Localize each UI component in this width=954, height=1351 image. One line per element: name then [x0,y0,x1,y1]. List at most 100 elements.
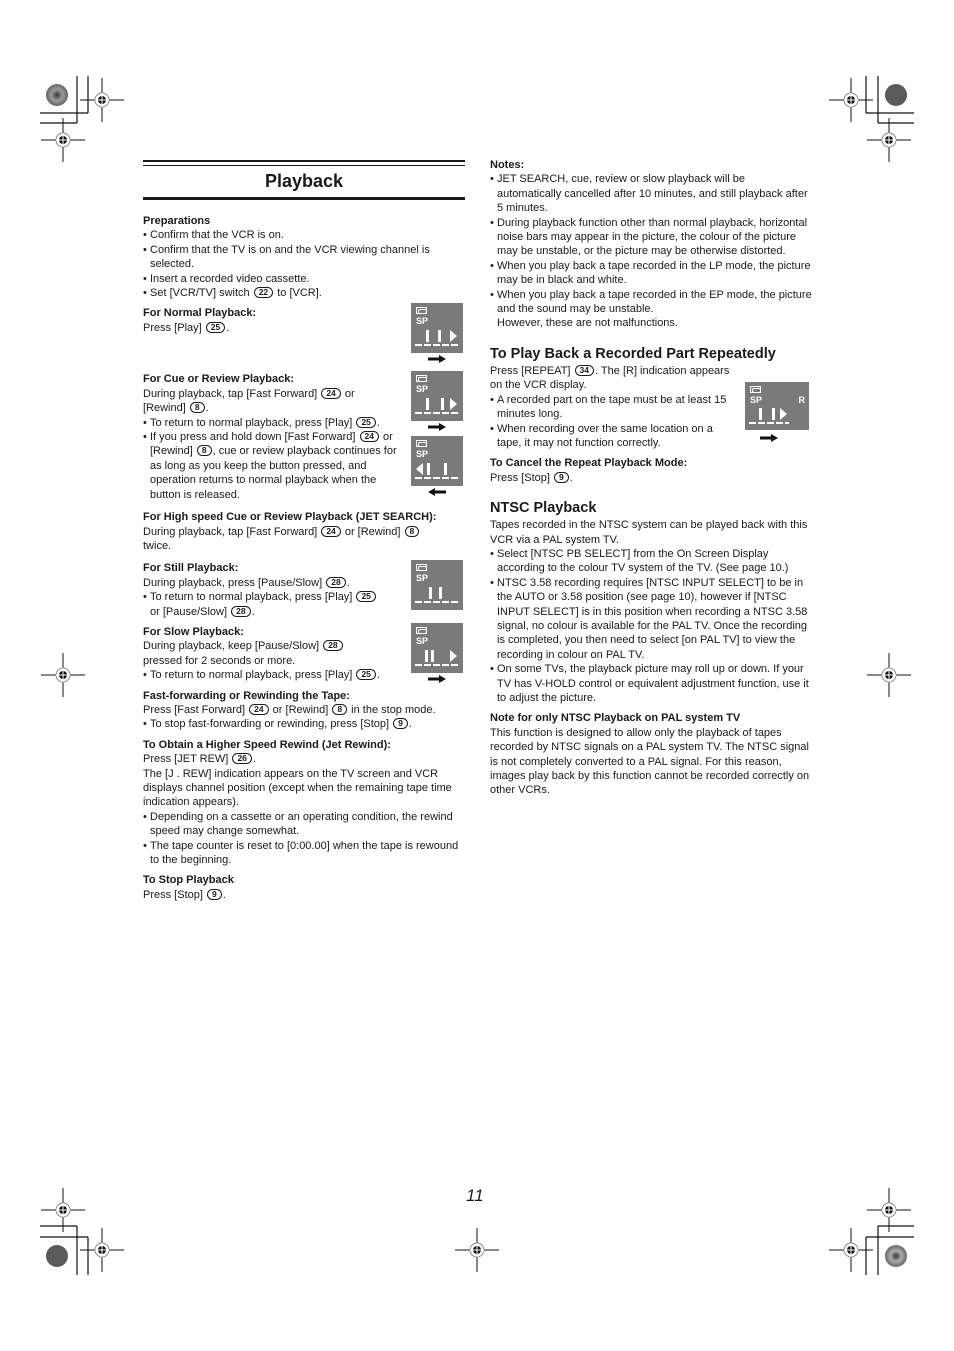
tape-speed-label: SP [416,573,429,583]
button-ref-badge: 25 [356,669,376,681]
ntsc-bullet: On some TVs, the playback picture may ro… [490,662,812,705]
button-ref-badge: 25 [356,591,376,603]
button-ref-badge: 28 [326,576,346,588]
jet-rewind-paragraph: The [J . REW] indication appears on the … [143,767,452,809]
text: During playback, tap [Fast Forward] [143,387,318,400]
notes-section: Notes: JET SEARCH, cue, review or slow p… [490,158,812,331]
tape-speed-label: SP [416,449,429,459]
text: Press [Stop] [490,471,550,484]
text: Press [Fast Forward] [143,703,246,716]
preparations-item: Confirm that the TV is on and the VCR vi… [143,243,465,272]
button-ref-badge: 24 [321,387,341,399]
text: . [376,416,380,429]
arrow-right-icon [428,355,446,363]
jet-search-section: For High speed Cue or Review Playback (J… [143,510,465,553]
ff-rewind-section: Fast-forwarding or Rewinding the Tape: P… [143,689,465,733]
registration-target-bottom-right-1 [829,1228,873,1272]
note-item: During playback function other than norm… [490,216,812,259]
ff-rewind-text: Press [Fast Forward] 24 or [Rewind] 8 in… [143,703,465,717]
text: Press [Play] [143,321,202,334]
text: or [344,387,355,400]
stop-playback-heading: To Stop Playback [143,874,234,887]
cassette-icon [416,564,427,571]
repeat-bullet: When recording over the same location on… [490,422,730,451]
cassette-icon [416,307,427,314]
registration-target-bottom-left-2 [80,1228,124,1272]
registration-target-bottom-right-2 [867,1188,911,1232]
osd-display-still: SP [411,560,463,610]
button-ref-badge: 28 [323,640,343,652]
slow-playback-text: During playback, keep [Pause/Slow] 28 pre… [143,639,405,668]
text: pressed for 2 seconds or more. [143,654,296,667]
track-bar [427,463,430,475]
ntsc-heading: NTSC Playback [490,500,597,517]
cassette-icon [416,627,427,634]
ntsc-intro: Tapes recorded in the NTSC system can be… [490,519,808,546]
text: . [376,669,380,682]
text: . [226,321,230,334]
jet-search-text: During playback, tap [Fast Forward] 24 o… [143,525,465,554]
ntsc-section: NTSC Playback Tapes recorded in the NTSC… [490,499,812,798]
preparations-item: Insert a recorded video cassette. [143,272,465,287]
text: . [346,576,350,589]
preparations-item: Confirm that the VCR is on. [143,228,465,243]
page-number: 11 [466,1186,484,1205]
left-column: Playback Preparations Confirm that the V… [143,160,465,902]
text: To stop fast-forwarding or rewinding, pr… [150,718,390,731]
text: Press [Stop] [143,888,203,901]
note-trailer: However, these are not malfunctions. [497,317,678,330]
note-item: When you play back a tape recorded in th… [490,259,812,288]
ntsc-bullet: NTSC 3.58 recording requires [NTSC INPUT… [490,576,812,662]
cue-review-text: During playback, tap [Fast Forward] 24 o… [143,387,403,416]
button-ref-badge: 8 [196,445,212,457]
osd-display-cue: SP [411,371,463,421]
registration-target-top-right-2 [867,118,911,162]
still-playback-text: During playback, press [Pause/Slow] 28. [143,576,403,590]
right-column: Notes: JET SEARCH, cue, review or slow p… [490,158,812,798]
cue-bullet: To return to normal playback, press [Pla… [143,416,403,431]
text: or [Rewind] [344,525,401,538]
slow-bullet: To return to normal playback, press [Pla… [143,668,405,683]
jet-search-heading: For High speed Cue or Review Playback (J… [143,511,437,524]
jet-rewind-heading: To Obtain a Higher Speed Rewind (Jet Rew… [143,738,391,751]
cancel-repeat-text: Press [Stop] 9. [490,471,812,485]
ntsc-note-heading: Note for only NTSC Playback on PAL syste… [490,712,741,725]
text: [Rewind] [143,402,186,415]
button-ref-badge: 8 [404,525,420,537]
registration-target-top-right-1 [829,78,873,122]
registration-target-top-left-1 [80,78,124,122]
color-bar-dot-bottom-right [885,1245,907,1267]
cue-review-section: For Cue or Review Playback: During playb… [143,372,403,502]
registration-target-top-left-2 [41,118,85,162]
ntsc-bullet: Select [NTSC PB SELECT] from the On Scre… [490,547,812,576]
cue-bullet: If you press and hold down [Fast Forward… [143,430,403,502]
arrow-right-icon [428,423,446,431]
notes-heading: Notes: [490,159,525,171]
dashed-counter-line [415,344,459,346]
button-ref-badge: 8 [189,402,205,414]
still-playback-section: For Still Playback: During playback, pre… [143,561,403,619]
text: . [205,402,209,415]
arrow-right-icon [428,675,446,683]
slow-playback-section: For Slow Playback: During playback, keep… [143,625,405,683]
track-bar [426,398,429,410]
text: If you press and hold down [Fast Forward… [150,431,356,444]
button-ref-badge: 25 [356,416,376,428]
note-item: JET SEARCH, cue, review or slow playback… [490,172,812,215]
ntsc-note-body: This function is designed to allow only … [490,726,810,797]
button-ref-badge: 9 [393,718,408,730]
play-reverse-icon [416,463,423,475]
note-item: When you play back a tape recorded in th… [490,288,812,317]
color-bar-dot-top-right [885,84,907,106]
text: Press [REPEAT] [490,364,571,377]
page-title: Playback [264,171,344,191]
button-ref-badge: 8 [332,703,348,715]
text: in the stop mode. [351,703,436,716]
button-ref-badge: 25 [205,321,226,333]
dashed-counter-line [415,412,459,414]
play-forward-icon [450,398,457,410]
osd-display-slow: SP [411,623,463,673]
preparations-item: Set [VCR/TV] switch 22 to [VCR]. [143,286,465,301]
dashed-counter-line [415,664,459,666]
ff-rewind-heading: Fast-forwarding or Rewinding the Tape: [143,689,350,702]
